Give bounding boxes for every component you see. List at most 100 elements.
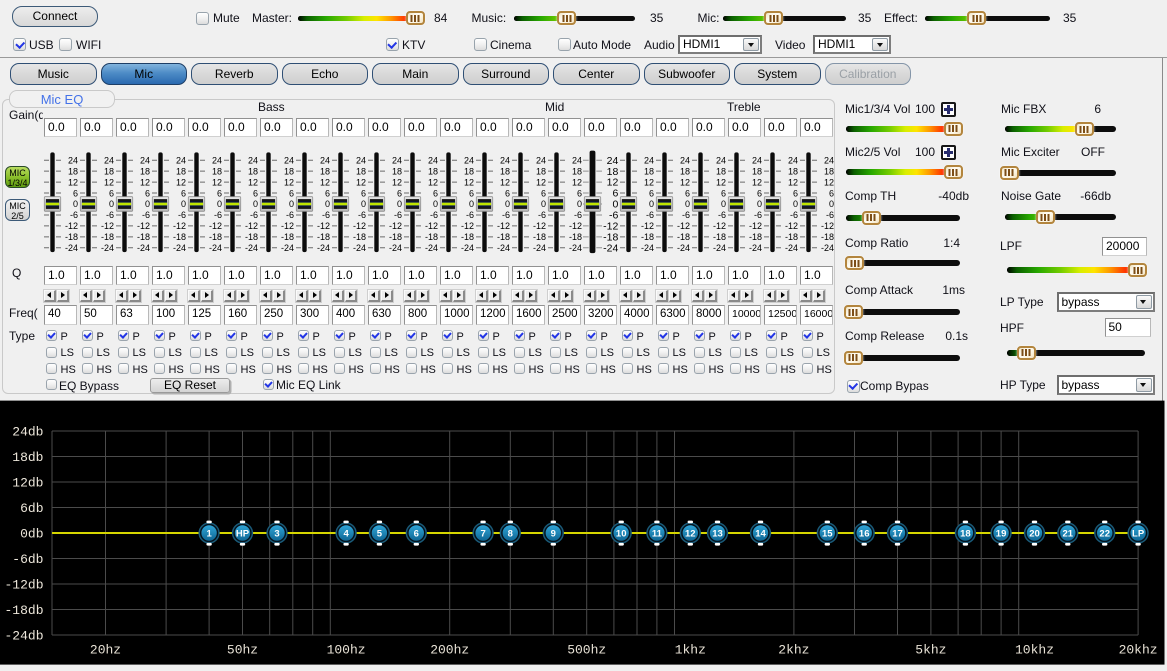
svg-text:12: 12 [356,177,366,187]
svg-text:-6: -6 [142,210,150,220]
svg-text:0: 0 [109,199,114,209]
svg-text:17: 17 [892,528,903,539]
svg-text:0: 0 [577,199,582,209]
svg-text:-18: -18 [353,232,366,242]
svg-text:-18: -18 [209,232,222,242]
svg-text:6: 6 [505,188,510,198]
svg-text:18: 18 [140,166,150,176]
svg-text:-6: -6 [70,210,78,220]
svg-text:-18: -18 [281,232,294,242]
svg-text:-24: -24 [173,243,186,253]
svg-text:12: 12 [500,177,510,187]
svg-text:8: 8 [508,528,513,539]
svg-text:5khz: 5khz [915,643,946,658]
svg-text:-18: -18 [641,232,654,242]
svg-text:-6: -6 [646,210,654,220]
svg-text:20: 20 [1029,528,1040,539]
svg-text:-12: -12 [65,221,78,231]
svg-text:-24: -24 [389,243,402,253]
svg-text:-12: -12 [101,221,114,231]
svg-text:24: 24 [140,155,150,165]
svg-text:-24: -24 [101,243,114,253]
svg-text:4: 4 [343,528,349,539]
svg-text:0: 0 [721,199,726,209]
svg-text:7: 7 [480,528,485,539]
svg-text:-12: -12 [821,221,834,231]
svg-text:0db: 0db [20,527,43,542]
svg-text:18: 18 [68,166,78,176]
svg-text:-24: -24 [281,243,294,253]
svg-text:-12: -12 [209,221,222,231]
svg-text:-24: -24 [317,243,330,253]
svg-text:12: 12 [536,177,546,187]
svg-text:-12: -12 [713,221,726,231]
svg-text:6: 6 [757,188,762,198]
svg-text:0: 0 [757,199,762,209]
svg-text:-6: -6 [682,210,690,220]
svg-text:50hz: 50hz [227,643,258,658]
svg-text:-18: -18 [137,232,150,242]
svg-text:6: 6 [469,188,474,198]
svg-text:6: 6 [109,188,114,198]
svg-text:-24: -24 [245,243,258,253]
svg-text:-6: -6 [286,210,294,220]
svg-text:-24: -24 [785,243,798,253]
svg-text:0: 0 [649,199,654,209]
svg-text:18: 18 [960,528,971,539]
svg-text:-6: -6 [178,210,186,220]
svg-text:0: 0 [145,199,150,209]
svg-text:6: 6 [685,188,690,198]
svg-text:24: 24 [176,155,186,165]
svg-text:24: 24 [824,155,834,165]
svg-text:12: 12 [680,177,690,187]
svg-text:6: 6 [721,188,726,198]
svg-text:0: 0 [289,199,294,209]
svg-text:24: 24 [320,155,330,165]
svg-text:-24: -24 [425,243,438,253]
svg-text:13: 13 [712,528,723,539]
svg-text:-6: -6 [430,210,438,220]
svg-text:6: 6 [397,188,402,198]
svg-text:18: 18 [716,166,726,176]
svg-text:12: 12 [140,177,150,187]
svg-text:0: 0 [253,199,258,209]
svg-text:-24: -24 [749,243,762,253]
svg-text:-6: -6 [754,210,762,220]
svg-text:-24: -24 [603,242,618,254]
svg-text:-24: -24 [713,243,726,253]
svg-text:12: 12 [284,177,294,187]
svg-text:-6: -6 [250,210,258,220]
svg-text:-18: -18 [497,232,510,242]
svg-text:-18: -18 [389,232,402,242]
svg-text:12: 12 [685,528,696,539]
svg-text:-12db: -12db [4,578,43,593]
svg-text:-6: -6 [538,210,546,220]
svg-text:-12: -12 [749,221,762,231]
svg-text:-24: -24 [821,243,834,253]
svg-text:24: 24 [536,155,546,165]
svg-text:24: 24 [752,155,762,165]
svg-text:-12: -12 [425,221,438,231]
svg-text:12: 12 [752,177,762,187]
svg-text:24: 24 [680,155,690,165]
svg-text:0: 0 [217,199,222,209]
svg-text:24: 24 [284,155,294,165]
svg-text:18: 18 [680,166,690,176]
svg-text:12: 12 [392,177,402,187]
svg-text:200hz: 200hz [430,643,469,658]
svg-text:-24: -24 [353,243,366,253]
svg-text:0: 0 [433,199,438,209]
svg-text:20khz: 20khz [1119,643,1158,658]
svg-text:24: 24 [428,155,438,165]
svg-text:6: 6 [414,528,419,539]
svg-text:6: 6 [145,188,150,198]
svg-text:24: 24 [68,155,78,165]
svg-text:12db: 12db [12,476,43,491]
svg-text:12: 12 [428,177,438,187]
svg-text:12: 12 [788,177,798,187]
svg-text:-6: -6 [502,210,510,220]
svg-text:12: 12 [824,177,834,187]
svg-text:-6: -6 [106,210,114,220]
svg-text:0: 0 [829,199,834,209]
svg-text:18: 18 [356,166,366,176]
